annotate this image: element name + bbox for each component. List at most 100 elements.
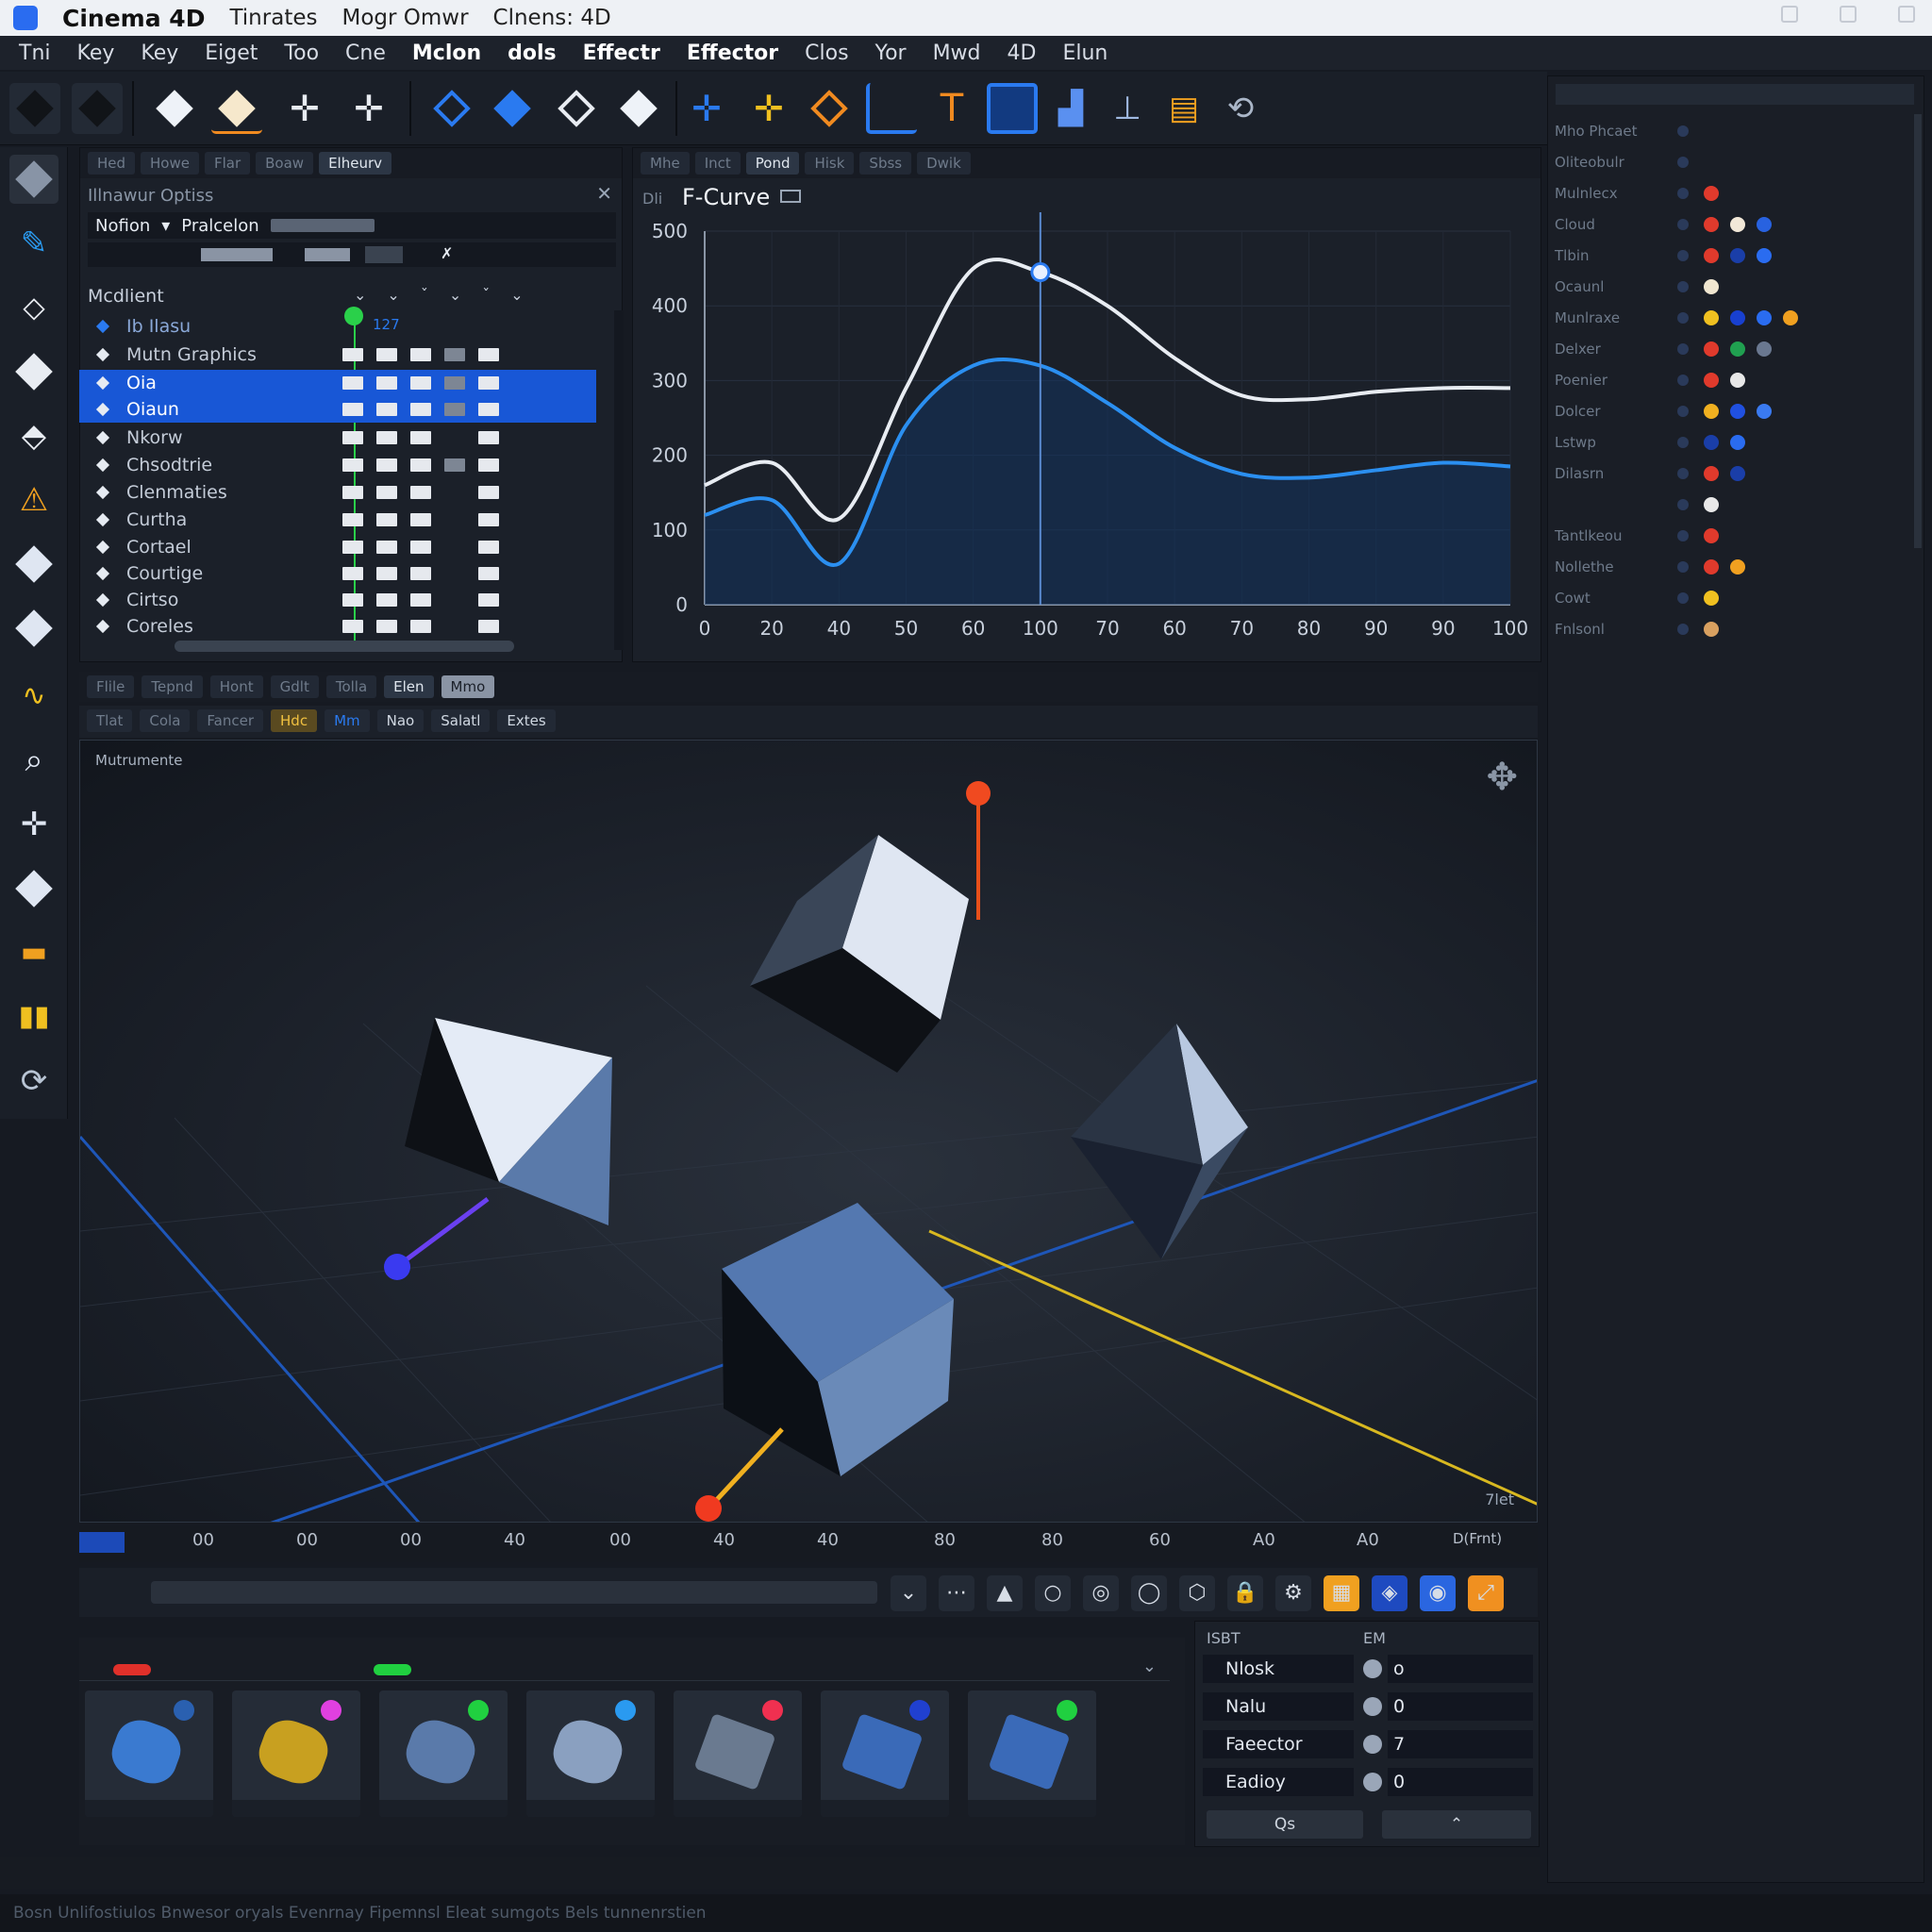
tool-button[interactable] bbox=[487, 83, 538, 134]
preset-thumb-plane[interactable] bbox=[379, 1690, 508, 1817]
menu-item[interactable]: Clos bbox=[805, 42, 848, 65]
list-item[interactable]: Curtha bbox=[79, 507, 596, 533]
horizontal-scrollbar[interactable] bbox=[175, 641, 514, 652]
tag-icon[interactable] bbox=[1704, 528, 1719, 543]
menu-item[interactable]: Too bbox=[284, 42, 319, 65]
cube-icon[interactable]: ◈ bbox=[1372, 1575, 1407, 1611]
menu-item[interactable]: dols bbox=[508, 42, 557, 65]
property-row[interactable]: Nalu 0 bbox=[1203, 1691, 1533, 1722]
object-row[interactable]: Dilasrn bbox=[1555, 459, 1913, 488]
tag-icon[interactable] bbox=[1730, 341, 1745, 357]
property-value[interactable]: 0 bbox=[1388, 1692, 1533, 1721]
visibility-toggle-icon[interactable] bbox=[1677, 406, 1689, 417]
tool-button[interactable] bbox=[551, 83, 602, 134]
visibility-toggle-icon[interactable] bbox=[1677, 468, 1689, 479]
tag-icon[interactable] bbox=[1757, 404, 1772, 419]
tag-icon[interactable] bbox=[1757, 217, 1772, 232]
tag-icon[interactable] bbox=[1730, 559, 1745, 575]
tab-active[interactable]: Elen bbox=[384, 675, 434, 698]
object-row[interactable]: Cloud bbox=[1555, 210, 1913, 239]
menu-item[interactable]: Cne bbox=[345, 42, 386, 65]
list-item[interactable]: Mutn Graphics bbox=[79, 341, 596, 368]
menu-item[interactable]: Elun bbox=[1062, 42, 1108, 65]
tool-button[interactable]: ⬦ bbox=[9, 283, 58, 332]
slider-knob[interactable] bbox=[1363, 1659, 1382, 1678]
chevron-icon[interactable]: ⌄ bbox=[891, 1575, 926, 1611]
tool-button[interactable] bbox=[613, 83, 664, 134]
tab[interactable]: Tepnd bbox=[142, 675, 203, 698]
list-item-selected[interactable]: Oiaun bbox=[79, 396, 596, 423]
property-row[interactable]: Faeector 7 bbox=[1203, 1729, 1533, 1759]
visibility-toggle-icon[interactable] bbox=[1677, 530, 1689, 541]
list-item[interactable]: Coreles bbox=[79, 613, 596, 640]
title-item-2[interactable]: Mogr Omwr bbox=[341, 6, 468, 30]
preset-thumb-cube[interactable] bbox=[674, 1690, 802, 1817]
menu-item[interactable]: Eiget bbox=[205, 42, 258, 65]
filter-field[interactable] bbox=[201, 248, 273, 261]
timeline-scrubber[interactable] bbox=[151, 1581, 877, 1604]
tool-button[interactable] bbox=[9, 155, 58, 204]
current-frame-marker[interactable] bbox=[79, 1532, 125, 1553]
expand-icon[interactable]: ⤢ bbox=[1468, 1575, 1504, 1611]
preset-thumb-cube-2[interactable] bbox=[968, 1690, 1096, 1817]
property-row[interactable]: Nlosk o bbox=[1203, 1654, 1533, 1684]
tab[interactable]: Mmo bbox=[441, 675, 495, 698]
tool-button[interactable]: ⊥ bbox=[1102, 83, 1153, 134]
dots-icon[interactable]: ⋯ bbox=[939, 1575, 974, 1611]
tool-button[interactable]: ✛ bbox=[681, 83, 732, 134]
visibility-toggle-icon[interactable] bbox=[1677, 437, 1689, 448]
object-row[interactable]: Lstwp bbox=[1555, 428, 1913, 457]
visibility-toggle-icon[interactable] bbox=[1677, 499, 1689, 510]
tag-icon[interactable] bbox=[1704, 622, 1719, 637]
tag-icon[interactable] bbox=[1704, 186, 1719, 201]
menu-item-effector[interactable]: Effectr bbox=[583, 42, 660, 65]
tag-icon[interactable] bbox=[1730, 373, 1745, 388]
tag-icon[interactable] bbox=[1704, 497, 1719, 512]
tool-button[interactable]: ✛ bbox=[9, 800, 58, 849]
tab[interactable]: Hed bbox=[88, 152, 136, 175]
chevron-down-icon[interactable]: ⌄ bbox=[1142, 1657, 1157, 1676]
viewport-menu[interactable]: Tlat bbox=[87, 709, 133, 732]
slider-track[interactable] bbox=[270, 219, 375, 232]
menu-item[interactable]: Key bbox=[77, 42, 115, 65]
visibility-toggle-icon[interactable] bbox=[1677, 624, 1689, 635]
tab-active[interactable]: Elheurv bbox=[319, 152, 392, 175]
list-item-selected[interactable]: Oia bbox=[79, 370, 596, 396]
tag-icon[interactable] bbox=[1704, 373, 1719, 388]
object-row[interactable]: Fnlsonl bbox=[1555, 615, 1913, 643]
tool-button[interactable] bbox=[9, 540, 58, 589]
object-row[interactable]: Delxer bbox=[1555, 335, 1913, 363]
visibility-toggle-icon[interactable] bbox=[1677, 281, 1689, 292]
maximize-icon[interactable] bbox=[1840, 6, 1857, 23]
slider-knob[interactable] bbox=[1363, 1773, 1382, 1791]
list-item[interactable]: Cirtso bbox=[79, 587, 596, 613]
tool-button[interactable]: ✛ bbox=[343, 83, 394, 134]
viewport-menu[interactable]: Mm bbox=[325, 709, 370, 732]
menu-item[interactable]: Mwd bbox=[933, 42, 981, 65]
3d-viewport[interactable]: Mutrumente ✥ 7let bbox=[79, 740, 1538, 1523]
pin-icon[interactable]: ✗ bbox=[441, 244, 453, 262]
tag-icon[interactable] bbox=[1757, 248, 1772, 263]
tag-icon[interactable] bbox=[1757, 310, 1772, 325]
tool-button[interactable] bbox=[9, 604, 58, 653]
title-item-3[interactable]: Clnens: 4D bbox=[493, 6, 611, 30]
property-row[interactable]: Eadioy 0 bbox=[1203, 1767, 1533, 1797]
close-icon[interactable]: ✕ bbox=[596, 182, 612, 205]
object-row[interactable]: Dolcer bbox=[1555, 397, 1913, 425]
tool-button[interactable] bbox=[72, 83, 123, 134]
tool-button[interactable]: T bbox=[926, 83, 977, 134]
render-icon[interactable]: ▦ bbox=[1324, 1575, 1359, 1611]
tool-button[interactable] bbox=[9, 864, 58, 913]
tag-icon[interactable] bbox=[1704, 217, 1719, 232]
object-row[interactable]: Mho Phcaet bbox=[1555, 117, 1913, 145]
tab[interactable]: Flar bbox=[204, 152, 251, 175]
lock-icon[interactable]: 🔒 bbox=[1227, 1575, 1263, 1611]
tool-button[interactable]: ⌕ bbox=[9, 736, 58, 785]
tool-button[interactable] bbox=[866, 83, 917, 134]
tag-icon[interactable] bbox=[1757, 341, 1772, 357]
tag-icon[interactable] bbox=[1704, 435, 1719, 450]
object-row[interactable]: Tantlkeou bbox=[1555, 522, 1913, 550]
tool-button[interactable]: ▮▮ bbox=[9, 992, 58, 1041]
viewport-menu[interactable]: Extes bbox=[497, 709, 556, 732]
tab[interactable]: Hont bbox=[209, 675, 263, 698]
